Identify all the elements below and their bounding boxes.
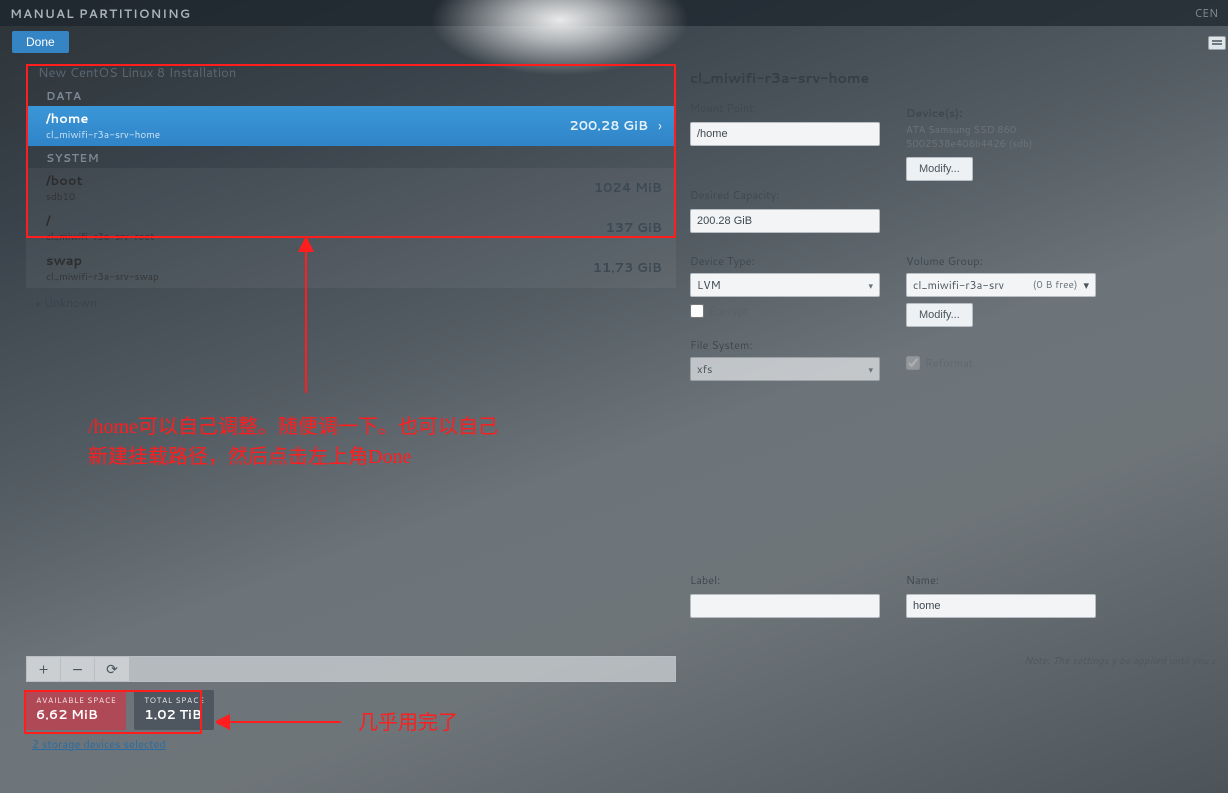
partition-sub: cl_miwifi-r3a-srv-home [46,128,569,142]
volume-group-value: cl_miwifi-r3a-srv [913,277,1004,293]
partition-sub: cl_miwifi-r3a-srv-swap [46,270,593,284]
device-line2: 5002538e408b4426 (sdb) [906,137,1096,151]
page-title: MANUAL PARTITIONING [10,5,191,22]
partition-sub: cl_miwifi-r3a-srv-root [46,230,605,244]
section-data: DATA [26,84,676,106]
available-space-value: 6.62 MiB [36,706,116,724]
name-input[interactable] [906,594,1096,618]
storage-devices-link[interactable]: 2 storage devices selected [32,736,166,752]
partition-name: / [46,212,605,230]
devices-label: Device(s): [906,105,962,121]
total-space-label: TOTAL SPACE [144,694,204,706]
volume-group-select[interactable]: cl_miwifi-r3a-srv (0 B free) ▾ [906,273,1096,297]
reformat-checkbox-row: Reformat [906,355,1096,371]
reload-button[interactable]: ⟳ [95,657,129,681]
volume-group-label: Volume Group: [906,253,1096,269]
encrypt-label: Encrypt [709,303,748,319]
note-text: Note: The settings y be applied until yo… [986,654,1216,668]
partition-panel: New CentOS Linux 8 Installation DATA /ho… [26,62,676,738]
filesystem-select[interactable]: xfs ▾ [690,357,880,381]
modify-vg-button[interactable]: Modify... [906,303,973,327]
filesystem-label: File System: [690,337,880,353]
partition-toolbar: + − ⟳ [26,656,676,682]
device-type-label: Device Type: [690,253,880,269]
partition-name: swap [46,252,593,270]
device-type-value: LVM [697,277,721,293]
label-label: Label: [690,572,880,588]
partition-row-home[interactable]: /home cl_miwifi-r3a-srv-home 200.28 GiB … [26,106,676,146]
add-button[interactable]: + [27,657,61,681]
mount-point-input[interactable] [690,122,880,146]
encrypt-checkbox-row[interactable]: Encrypt [690,303,880,319]
distro-tag: CEN [1194,5,1218,21]
partition-name: /home [46,110,569,128]
partition-row-swap[interactable]: swap cl_miwifi-r3a-srv-swap 11.73 GiB [26,248,676,288]
partition-size: 11.73 GiB [593,259,662,277]
remove-button[interactable]: − [61,657,95,681]
name-label: Name: [906,572,1096,588]
device-type-select[interactable]: LVM ▾ [690,273,880,297]
partition-size: 137 GiB [605,219,662,237]
filesystem-value: xfs [697,361,713,377]
modify-devices-button[interactable]: Modify... [906,157,973,181]
partition-size: 200.28 GiB [569,117,648,135]
reformat-checkbox [906,356,920,370]
desired-capacity-label: Desired Capacity: [690,187,880,203]
chevron-down-icon: ▾ [868,363,873,376]
partition-sub: sdb10 [46,190,594,204]
main-area: New CentOS Linux 8 Installation DATA /ho… [26,62,1216,738]
label-input[interactable] [690,594,880,618]
done-button[interactable]: Done [12,31,69,53]
partition-size: 1024 MiB [594,179,662,197]
available-space-box: AVAILABLE SPACE 6.62 MiB [26,690,126,730]
top-bar: MANUAL PARTITIONING CEN [0,0,1228,26]
partition-name: /boot [46,172,594,190]
chevron-right-icon: › [658,116,662,136]
reformat-label: Reformat [925,355,973,371]
desired-capacity-input[interactable] [690,209,880,233]
device-line1: ATA Samsung SSD 860 [906,123,1096,137]
install-heading: New CentOS Linux 8 Installation [38,64,676,82]
available-space-label: AVAILABLE SPACE [36,694,116,706]
mount-point-label: Mount Point: [690,100,880,116]
section-system: SYSTEM [26,146,676,168]
chevron-down-icon: ▾ [868,279,873,292]
encrypt-checkbox[interactable] [690,304,704,318]
installer-screen: MANUAL PARTITIONING CEN Done New CentOS … [0,0,1228,793]
unknown-expander[interactable]: Unknown [26,288,676,311]
keyboard-indicator-icon[interactable] [1208,36,1226,50]
chevron-down-icon: ▾ [1083,277,1089,293]
detail-title: cl_miwifi-r3a-srv-home [690,68,1216,88]
detail-panel: cl_miwifi-r3a-srv-home Mount Point: Devi… [690,62,1216,738]
volume-group-free: (0 B free) [1033,278,1078,292]
space-summary: AVAILABLE SPACE 6.62 MiB TOTAL SPACE 1.0… [26,690,214,730]
done-bar: Done [0,26,1228,56]
partition-row-root[interactable]: / cl_miwifi-r3a-srv-root 137 GiB [26,208,676,248]
total-space-box: TOTAL SPACE 1.02 TiB [134,690,214,730]
total-space-value: 1.02 TiB [144,706,204,724]
partition-row-boot[interactable]: /boot sdb10 1024 MiB [26,168,676,208]
